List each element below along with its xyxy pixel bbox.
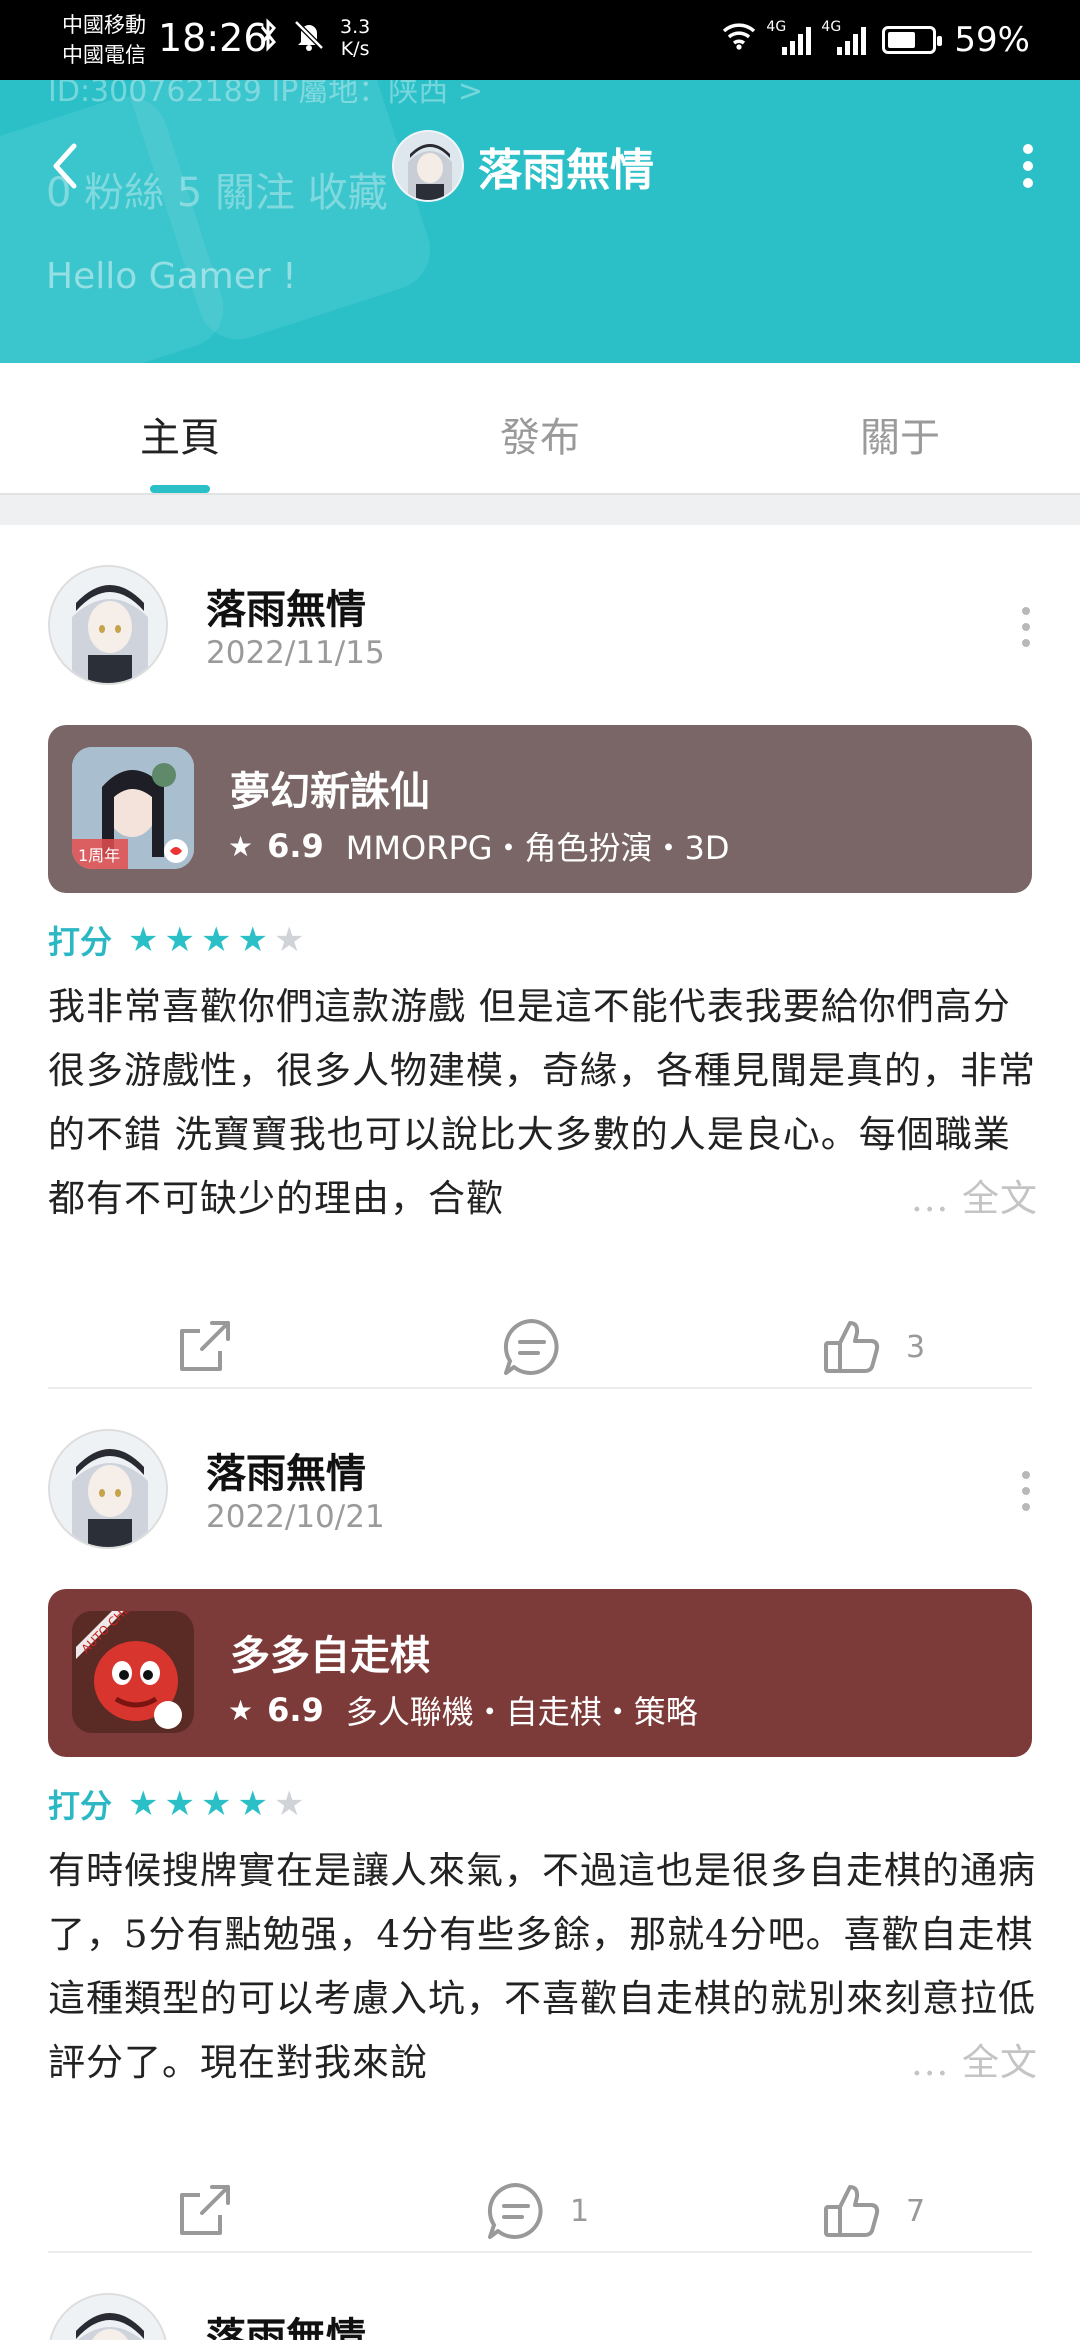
star-icon: ★ — [228, 1693, 254, 1727]
star-icon: ★ — [237, 920, 268, 960]
page-title: 落雨無情 — [478, 145, 654, 196]
game-card[interactable]: AUTO CHESS 多多自走棋 ★ 6.9 多人聯機・自走棋・策略 — [48, 1589, 1032, 1757]
post-date: 2022/10/21 — [206, 1499, 385, 1535]
game-card[interactable]: 1周年 夢幻新誅仙 ★ 6.9 MMORPG・角色扮演・3D — [48, 725, 1032, 893]
star-icon: ★ — [128, 1784, 159, 1824]
mute-bell-icon — [292, 18, 326, 60]
game-tags: MMORPG・角色扮演・3D — [345, 829, 730, 867]
game-name: 夢幻新誅仙 — [230, 768, 430, 815]
post-more-button[interactable] — [1014, 607, 1038, 647]
profile-greeting: Hello Gamer ! — [46, 256, 297, 297]
wifi-icon — [722, 22, 756, 58]
post-date: 2022/11/15 — [206, 635, 385, 671]
star-icon: ★ — [200, 920, 232, 960]
post-header: 落雨無情 — [48, 2293, 1038, 2340]
post-actions: 3 — [0, 1307, 1080, 1387]
star-empty-icon: ★ — [273, 920, 305, 960]
rating-label: 打分 — [48, 923, 113, 961]
share-button[interactable] — [172, 1307, 236, 1387]
section-divider — [0, 493, 1080, 525]
signal-icon-2: 4G — [821, 19, 867, 55]
carrier-info: 中國移動 中國電信 — [62, 10, 146, 70]
star-icon: ★ — [200, 1784, 232, 1824]
game-meta: ★ 6.9 多人聯機・自走棋・策略 — [228, 1687, 698, 1733]
more-options-button[interactable] — [1016, 136, 1040, 196]
star-icon: ★ — [228, 829, 254, 863]
game-tags: 多人聯機・自走棋・策略 — [345, 1693, 698, 1731]
post-more-button[interactable] — [1014, 1471, 1038, 1511]
author-name[interactable]: 落雨無情 — [206, 1441, 366, 1499]
net-speed: 3.3 K/s — [340, 16, 370, 60]
like-button[interactable]: 7 — [820, 2171, 925, 2251]
like-count: 7 — [906, 2193, 926, 2229]
star-empty-icon: ★ — [273, 1784, 305, 1824]
read-more-link[interactable]: ... 全文 — [870, 2031, 1038, 2095]
thumbs-up-icon — [824, 2185, 880, 2237]
rating: 打分 ★ ★ ★ ★ ★ — [48, 1781, 304, 1827]
back-button[interactable] — [44, 136, 84, 196]
network-type-1: 4G — [766, 19, 787, 35]
post-header: 落雨無情 2022/11/15 — [48, 565, 1038, 685]
divider — [48, 1387, 1032, 1389]
net-speed-value: 3.3 — [340, 16, 371, 38]
divider — [48, 2251, 1032, 2253]
review-text[interactable]: 有時候搜牌實在是讓人來氣，不過這也是很多自走棋的通病了，5分有點勉强，4分有些多… — [48, 1839, 1038, 2095]
battery-icon — [882, 26, 943, 54]
read-more-link[interactable]: ... 全文 — [870, 1167, 1038, 1231]
game-icon-badge: 1周年 — [78, 846, 120, 865]
profile-id-ghost: ID:300762189 IP屬地：陕西 > — [48, 80, 483, 109]
profile-header: ID:300762189 IP屬地：陕西 > 0 粉絲 5 關注 收藏 Hell… — [0, 80, 1080, 363]
net-speed-unit: K/s — [340, 38, 370, 60]
thumbs-up-icon — [824, 1321, 880, 1373]
network-type-2: 4G — [821, 19, 842, 35]
star-icon: ★ — [237, 1784, 268, 1824]
post-actions: 1 7 — [0, 2171, 1080, 2251]
tab-home[interactable]: 主頁 — [0, 363, 360, 493]
profile-stats-ghost: 0 粉絲 5 關注 收藏 — [46, 170, 388, 216]
battery-percent: 59% — [954, 20, 1030, 60]
tab-posts[interactable]: 發布 — [360, 363, 720, 493]
header-user[interactable]: 落雨無情 — [392, 130, 654, 202]
game-icon: 1周年 — [72, 747, 194, 869]
star-icon: ★ — [128, 920, 159, 960]
comment-count: 1 — [570, 2193, 590, 2229]
author-name[interactable]: 落雨無情 — [206, 577, 366, 635]
rating: 打分 ★ ★ ★ ★ ★ — [48, 917, 304, 963]
comment-button[interactable] — [500, 1307, 586, 1387]
profile-tabs: 主頁 發布 關于 — [0, 363, 1080, 493]
game-icon: AUTO CHESS — [72, 1611, 194, 1733]
share-button[interactable] — [172, 2171, 236, 2251]
avatar[interactable] — [48, 1429, 168, 1549]
rating-label: 打分 — [48, 1787, 113, 1825]
star-icon: ★ — [164, 1784, 195, 1824]
avatar[interactable] — [48, 2293, 168, 2340]
tab-about[interactable]: 關于 — [720, 363, 1080, 493]
author-name[interactable]: 落雨無情 — [206, 2305, 366, 2340]
status-bar: 中國移動 中國電信 18:26 3.3 K/s 4G 4G 59% — [0, 0, 1080, 80]
game-name: 多多自走棋 — [230, 1632, 430, 1679]
carrier-1: 中國移動 — [62, 13, 146, 37]
post-header: 落雨無情 2022/10/21 — [48, 1429, 1038, 1549]
share-icon — [180, 2185, 230, 2235]
game-meta: ★ 6.9 MMORPG・角色扮演・3D — [228, 823, 730, 869]
bluetooth-icon — [258, 18, 278, 60]
share-icon — [180, 1321, 230, 1371]
comment-icon — [503, 1318, 559, 1375]
signal-icon: 4G — [766, 19, 812, 55]
game-score: 6.9 — [267, 1691, 324, 1729]
comment-button[interactable]: 1 — [484, 2171, 589, 2251]
game-score: 6.9 — [267, 827, 324, 865]
avatar — [392, 130, 464, 202]
carrier-2: 中國電信 — [62, 43, 146, 67]
like-count: 3 — [906, 1329, 926, 1365]
star-icon: ★ — [164, 920, 195, 960]
comment-icon — [487, 2182, 543, 2239]
like-button[interactable]: 3 — [820, 1307, 925, 1387]
avatar[interactable] — [48, 565, 168, 685]
back-arrow-icon — [53, 143, 77, 189]
clock: 18:26 — [158, 16, 268, 60]
review-text[interactable]: 我非常喜歡你們這款游戲 但是這不能代表我要給你們高分 很多游戲性，很多人物建模，… — [48, 975, 1038, 1231]
